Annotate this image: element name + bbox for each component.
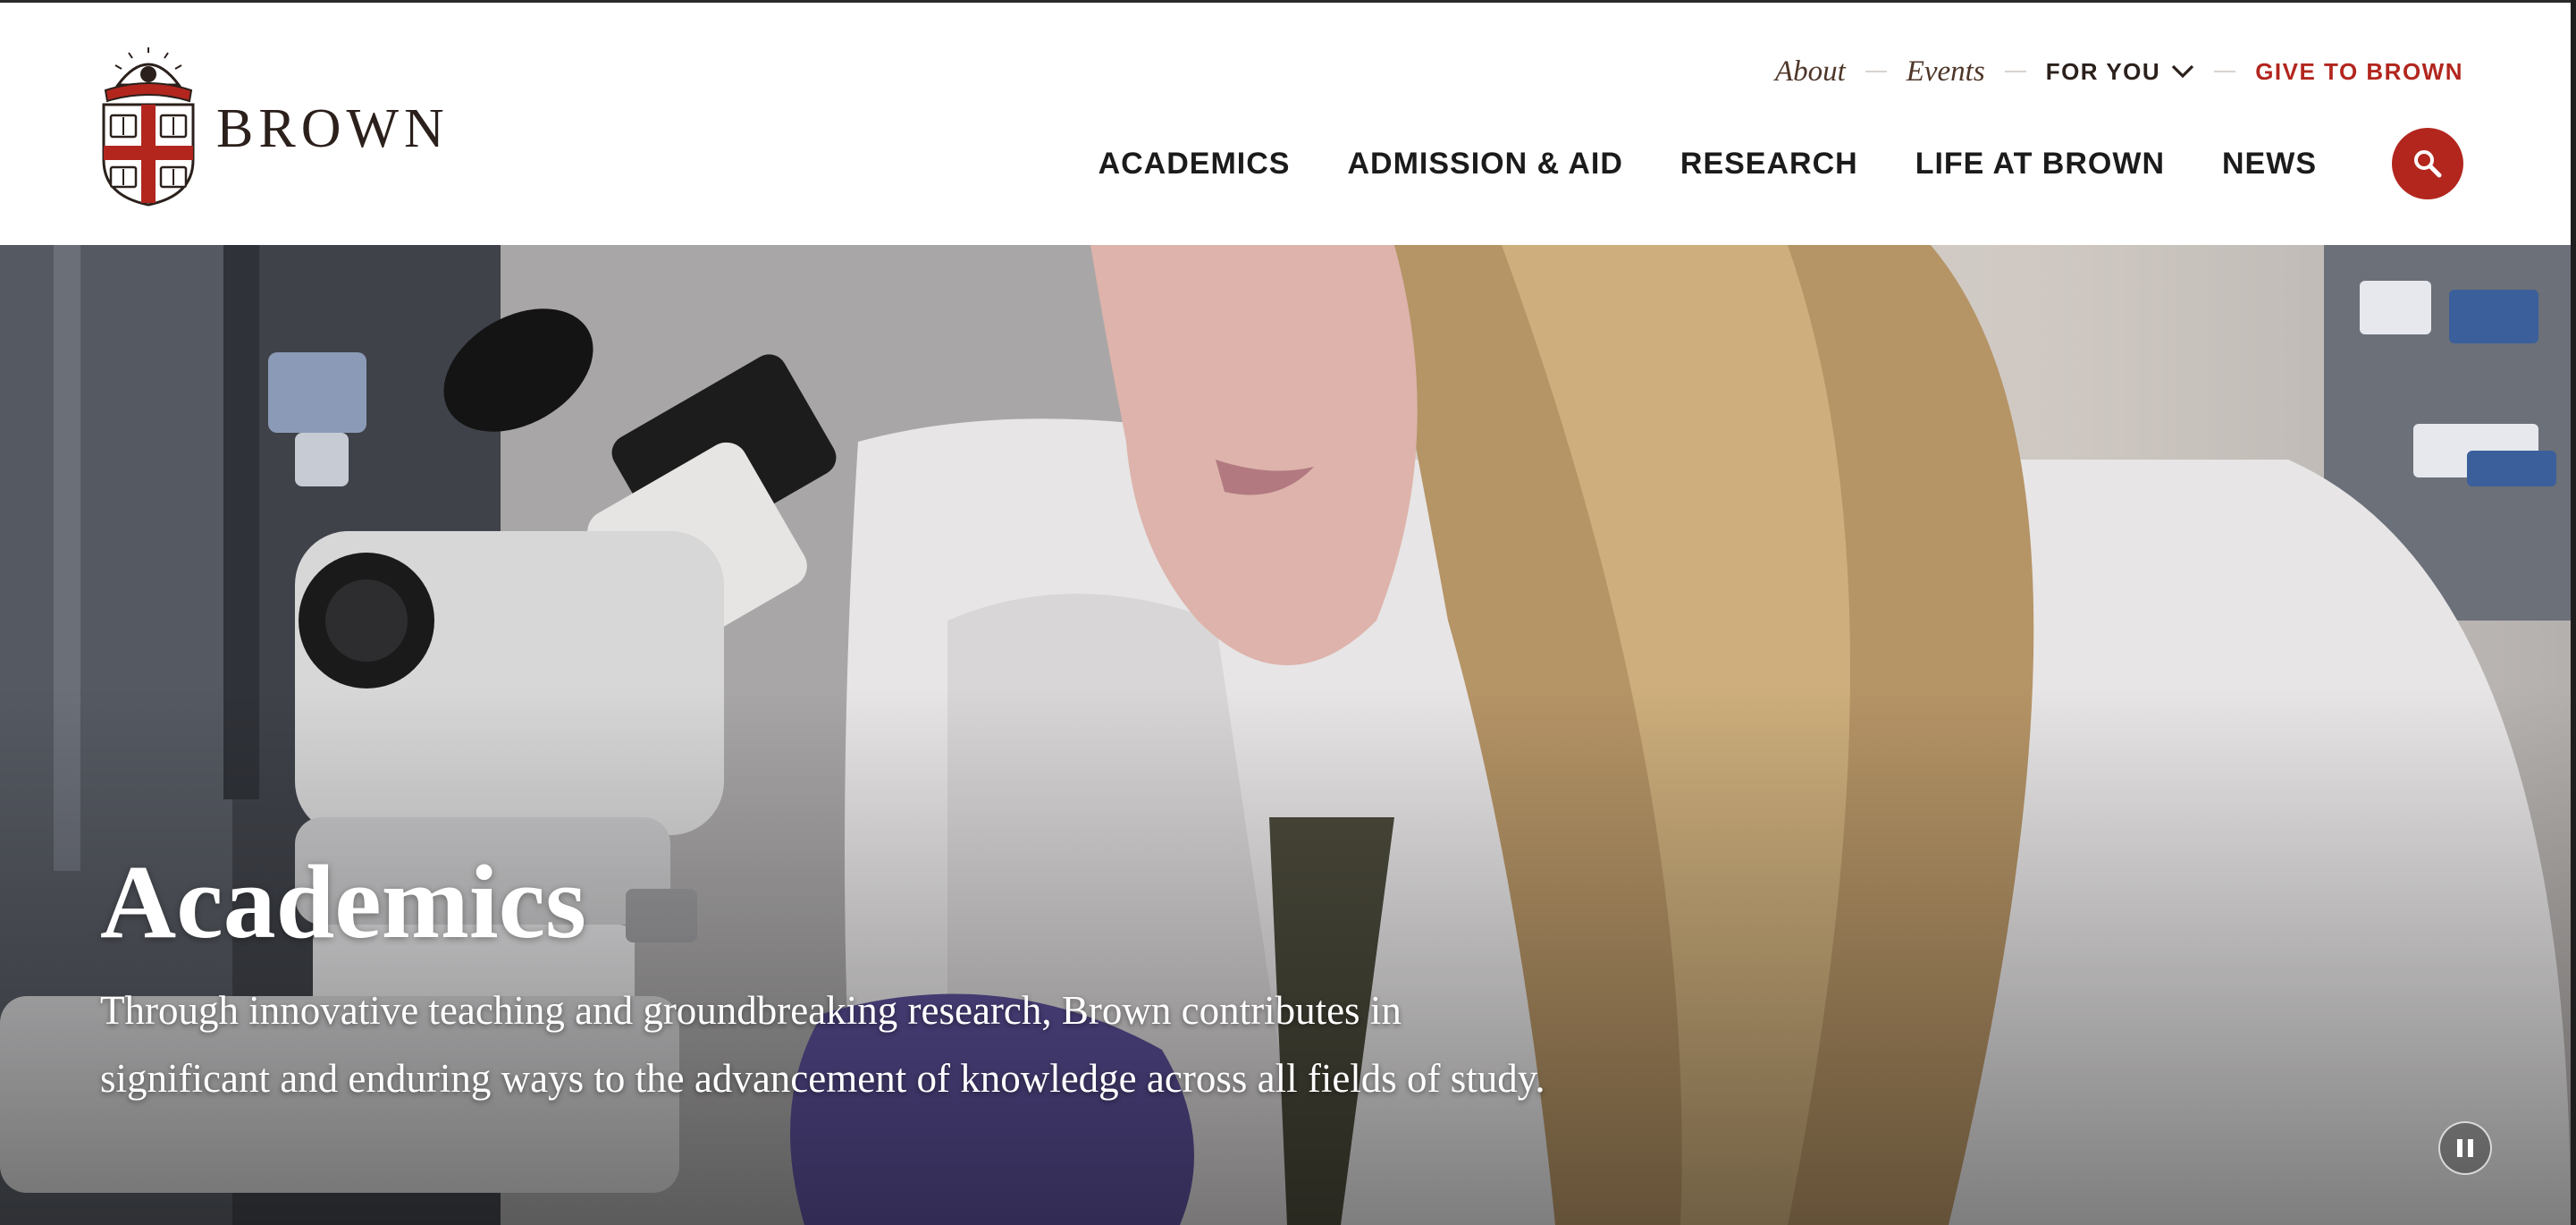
chevron-down-icon: [2172, 64, 2194, 79]
brand-name: BROWN: [216, 97, 450, 159]
main-nav: ACADEMICS ADMISSION & AID RESEARCH LIFE …: [1099, 128, 2463, 199]
search-icon: [2414, 150, 2442, 178]
events-link[interactable]: Events: [1907, 55, 1985, 89]
brown-shield-logo-icon: [102, 47, 195, 207]
for-you-label: FOR YOU: [2045, 57, 2161, 85]
utility-nav: About Events FOR YOU GIVE TO BROWN: [1775, 49, 2463, 94]
nav-admission-aid[interactable]: ADMISSION & AID: [1347, 147, 1622, 182]
window-edge: [2571, 0, 2576, 1225]
nav-life-at-brown[interactable]: LIFE AT BROWN: [1915, 147, 2165, 182]
utility-divider: [2004, 71, 2026, 72]
hero-banner: Academics Through innovative teaching an…: [0, 245, 2571, 1225]
brown-logo-link[interactable]: BROWN: [100, 46, 450, 207]
hero-title: Academics: [100, 843, 586, 960]
search-button[interactable]: [2392, 128, 2463, 199]
give-to-brown-link[interactable]: GIVE TO BROWN: [2255, 58, 2463, 86]
hero-description: Through innovative teaching and groundbr…: [100, 988, 1545, 1101]
pause-icon: [2457, 1139, 2473, 1157]
about-link[interactable]: About: [1775, 55, 1846, 89]
pause-video-button[interactable]: [2438, 1121, 2492, 1175]
site-header: BROWN About Events FOR YOU GIVE TO BROWN…: [0, 0, 2576, 245]
for-you-dropdown[interactable]: FOR YOU: [2046, 58, 2194, 86]
nav-research[interactable]: RESEARCH: [1680, 147, 1858, 182]
nav-academics[interactable]: ACADEMICS: [1099, 147, 1291, 182]
utility-divider: [1865, 71, 1887, 72]
nav-news[interactable]: NEWS: [2222, 147, 2317, 182]
utility-divider: [2214, 71, 2236, 72]
